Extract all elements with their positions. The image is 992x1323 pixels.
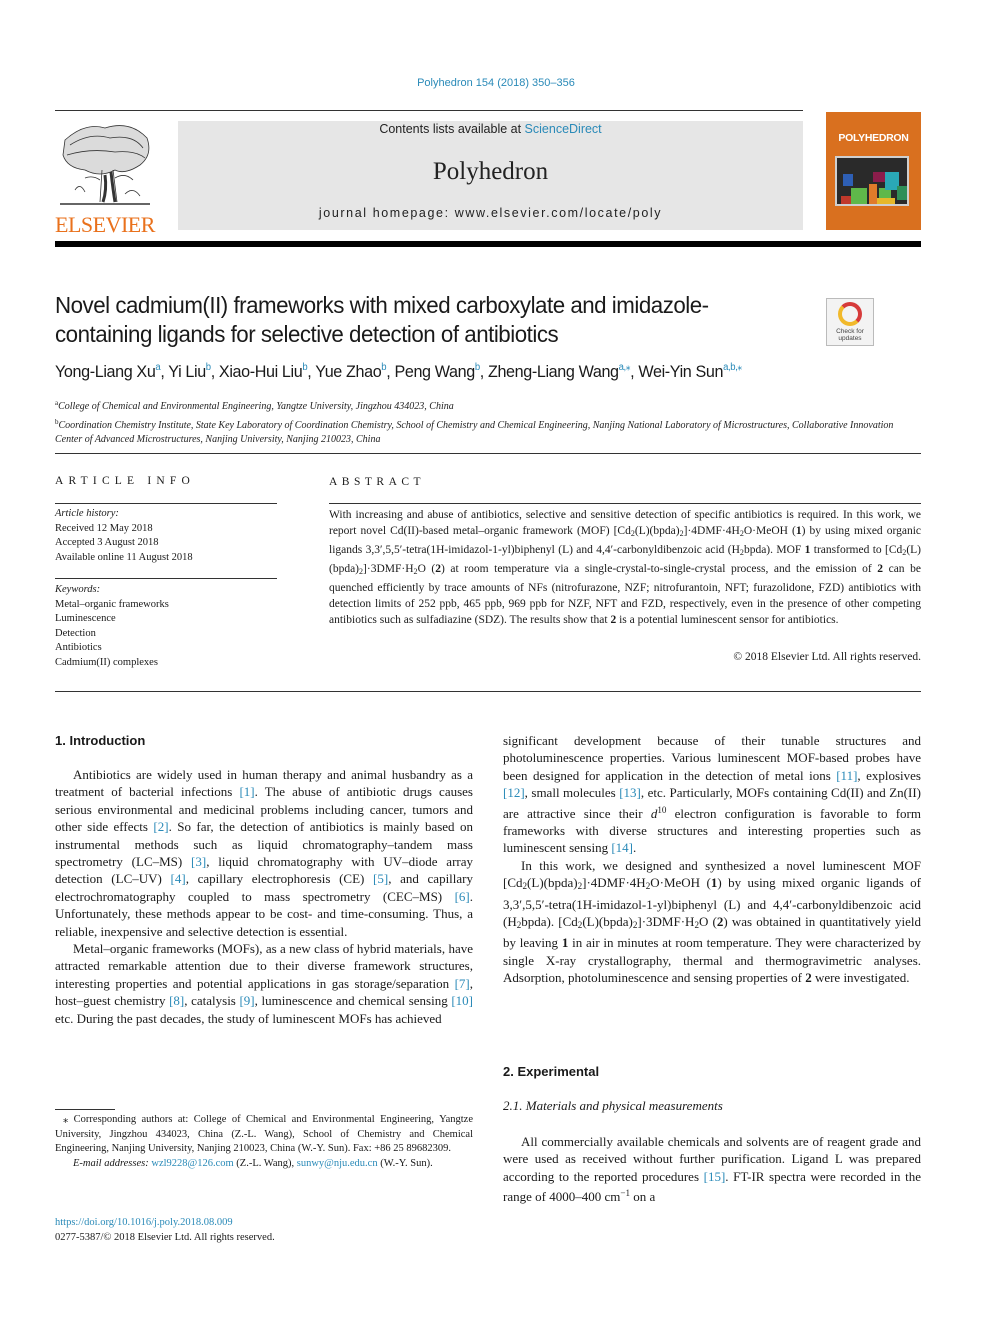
author-name[interactable]: Peng Wang bbox=[394, 362, 475, 381]
author-affiliation-mark[interactable]: b bbox=[206, 362, 211, 373]
keyword-item: Detection bbox=[55, 627, 96, 639]
citation-link[interactable]: [8] bbox=[169, 993, 184, 1008]
journal-title: Polyhedron bbox=[432, 158, 549, 185]
author-list: Yong-Liang Xua, Yi Liub, Xiao-Hui Liub, … bbox=[55, 362, 742, 381]
article-info-rule bbox=[55, 578, 277, 579]
citation-link[interactable]: [10] bbox=[451, 993, 473, 1008]
keyword-item: Luminescence bbox=[55, 613, 116, 624]
paragraph: All commercially available chemicals and… bbox=[503, 1134, 921, 1205]
journal-masthead: Contents lists available at ScienceDirec… bbox=[178, 121, 803, 230]
email-link[interactable]: wzl9228@126.com bbox=[151, 1158, 233, 1169]
citation-link[interactable]: [11] bbox=[836, 768, 857, 783]
email-addresses: E-mail addresses: wzl9228@126.com (Z.-L.… bbox=[73, 1157, 433, 1169]
header-thick-rule bbox=[55, 241, 921, 247]
keyword-item: Antibiotics bbox=[55, 642, 102, 653]
check-updates-icon bbox=[838, 302, 862, 326]
history-received: Received 12 May 2018 bbox=[55, 522, 153, 534]
header-rule bbox=[55, 110, 803, 111]
subsection-heading-materials: 2.1. Materials and physical measurements bbox=[503, 1098, 723, 1113]
paragraph: In this work, we designed and synthesize… bbox=[503, 857, 922, 986]
elsevier-logo: ELSEVIER bbox=[55, 120, 155, 237]
citation-link[interactable]: [12] bbox=[503, 785, 525, 800]
elsevier-tree-icon bbox=[60, 125, 150, 205]
history-online: Available online 11 August 2018 bbox=[55, 551, 193, 563]
experimental-text: All commercially available chemicals and… bbox=[503, 1133, 921, 1206]
paragraph: significant development because of their… bbox=[503, 733, 922, 856]
citation-link[interactable]: [9] bbox=[239, 993, 254, 1008]
citation-link[interactable]: [15] bbox=[704, 1169, 726, 1184]
author-affiliation-mark[interactable]: b bbox=[381, 362, 386, 373]
journal-reference-link[interactable]: Polyhedron 154 (2018) 350–356 bbox=[0, 77, 992, 89]
citation-link[interactable]: [14] bbox=[611, 840, 633, 855]
section-heading-experimental: 2. Experimental bbox=[503, 1064, 600, 1079]
footnote-rule bbox=[55, 1109, 115, 1110]
journal-homepage[interactable]: journal homepage: www.elsevier.com/locat… bbox=[178, 206, 803, 220]
keyword-item: Cadmium(II) complexes bbox=[55, 656, 158, 668]
citation-link[interactable]: [6] bbox=[455, 889, 470, 904]
journal-cover-image[interactable]: POLYHEDRON bbox=[826, 112, 921, 230]
cover-title: POLYHEDRON bbox=[838, 132, 909, 144]
author-affiliation-mark[interactable]: b bbox=[475, 362, 480, 373]
section-heading-introduction: 1. Introduction bbox=[55, 733, 146, 748]
author-name[interactable]: Zheng-Liang Wang bbox=[488, 362, 619, 381]
citation-link[interactable]: [4] bbox=[171, 871, 186, 886]
affiliation-item: aCollege of Chemical and Environmental E… bbox=[55, 396, 915, 415]
citation-link[interactable]: [13] bbox=[619, 785, 641, 800]
sciencedirect-link[interactable]: ScienceDirect bbox=[525, 122, 602, 136]
email-label: E-mail addresses: bbox=[73, 1157, 149, 1169]
affiliation-item: bCoordination Chemistry Institute, State… bbox=[55, 415, 915, 448]
keywords-label: Keywords: bbox=[55, 584, 101, 595]
author-name[interactable]: Yue Zhao bbox=[315, 362, 381, 381]
keyword-item: Metal–organic frameworks bbox=[55, 598, 169, 610]
author-affiliation-mark[interactable]: b bbox=[302, 362, 307, 373]
body-right-column: significant development because of their… bbox=[503, 732, 921, 987]
history-label: Article history: bbox=[55, 508, 119, 519]
abstract-copyright: © 2018 Elsevier Ltd. All rights reserved… bbox=[733, 651, 921, 663]
email-link[interactable]: sunwy@nju.edu.cn bbox=[297, 1158, 378, 1169]
author-affiliation-mark[interactable]: a bbox=[155, 362, 160, 373]
citation-link[interactable]: [2] bbox=[153, 819, 168, 834]
cover-artwork bbox=[835, 156, 909, 206]
article-history: Article history: Received 12 May 2018 Ac… bbox=[55, 507, 277, 565]
abstract-rule bbox=[329, 503, 921, 504]
paragraph: Antibiotics are widely used in human the… bbox=[55, 767, 474, 939]
affiliation-text: Coordination Chemistry Institute, State … bbox=[55, 419, 894, 446]
body-left-column: Antibiotics are widely used in human the… bbox=[55, 766, 473, 1027]
author-name[interactable]: Xiao-Hui Liu bbox=[219, 362, 303, 381]
contents-line: Contents lists available at ScienceDirec… bbox=[178, 121, 803, 137]
corresponding-author-note: ⁎ Corresponding authors at: College of C… bbox=[55, 1114, 473, 1154]
history-accepted: Accepted 3 August 2018 bbox=[55, 537, 159, 548]
abstract-heading: ABSTRACT bbox=[329, 476, 426, 488]
paragraph: Metal–organic frameworks (MOFs), as a ne… bbox=[55, 941, 473, 1026]
author-affiliation-mark[interactable]: a,b,⁎ bbox=[723, 362, 742, 373]
doi-block: https://doi.org/10.1016/j.poly.2018.08.0… bbox=[55, 1216, 275, 1245]
author-name[interactable]: Wei-Yin Sun bbox=[638, 362, 723, 381]
doi-link[interactable]: https://doi.org/10.1016/j.poly.2018.08.0… bbox=[55, 1217, 233, 1228]
check-for-updates-button[interactable]: Check for updates bbox=[826, 298, 874, 346]
keywords: Keywords: Metal–organic frameworks Lumin… bbox=[55, 583, 277, 670]
abstract-end-rule bbox=[55, 691, 921, 692]
section-rule bbox=[55, 453, 921, 454]
citation-link[interactable]: [5] bbox=[373, 871, 388, 886]
citation-link[interactable]: [1] bbox=[239, 784, 254, 799]
author-affiliation-mark[interactable]: a,⁎ bbox=[619, 362, 631, 373]
author-name[interactable]: Yong-Liang Xu bbox=[55, 362, 156, 381]
elsevier-wordmark: ELSEVIER bbox=[55, 212, 155, 237]
contents-label: Contents lists available at bbox=[379, 122, 525, 136]
affiliations: aCollege of Chemical and Environmental E… bbox=[55, 396, 915, 448]
citation-link[interactable]: [7] bbox=[455, 976, 470, 991]
issn-line: 0277-5387/© 2018 Elsevier Ltd. All right… bbox=[55, 1231, 275, 1243]
citation-link[interactable]: [3] bbox=[191, 854, 206, 869]
footnotes: ⁎ Corresponding authors at: College of C… bbox=[55, 1113, 473, 1171]
article-info-rule bbox=[55, 503, 277, 504]
check-updates-label: Check for updates bbox=[836, 328, 864, 342]
article-title: Novel cadmium(II) frameworks with mixed … bbox=[55, 292, 709, 347]
affiliation-text: College of Chemical and Environmental En… bbox=[58, 401, 454, 412]
abstract-text: With increasing and abuse of antibiotics… bbox=[329, 509, 921, 626]
article-info-heading: ARTICLE INFO bbox=[55, 475, 195, 487]
author-name[interactable]: Yi Liu bbox=[168, 362, 206, 381]
